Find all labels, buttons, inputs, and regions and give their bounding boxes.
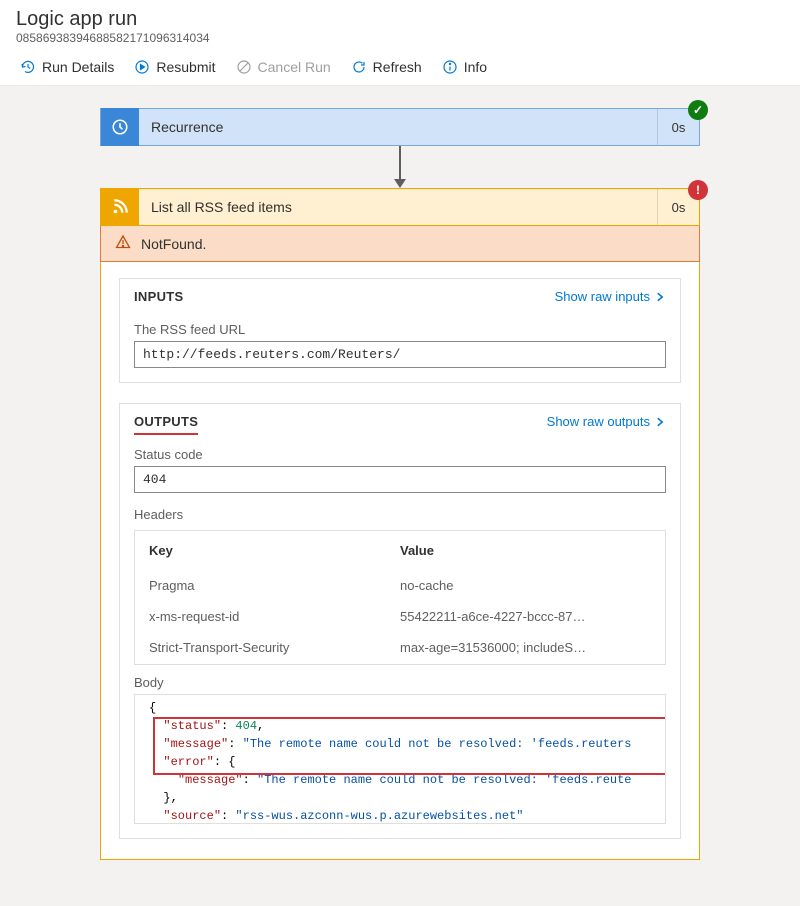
page-title: Logic app run <box>16 8 784 31</box>
chevron-right-icon <box>654 291 666 303</box>
run-details-label: Run Details <box>42 59 114 75</box>
table-row: x-ms-request-id 55422211-a6ce-4227-bccc-… <box>135 601 665 632</box>
outputs-label: OUTPUTS <box>134 414 198 429</box>
headers-label: Headers <box>134 507 666 522</box>
table-header-row: Key Value <box>135 531 665 570</box>
info-button[interactable]: Info <box>434 55 495 79</box>
refresh-label: Refresh <box>373 59 422 75</box>
play-circle-icon <box>134 59 150 75</box>
run-details-button[interactable]: Run Details <box>12 55 122 79</box>
inputs-label: INPUTS <box>134 289 183 304</box>
header-key-col: Key <box>149 543 400 558</box>
header-value-col: Value <box>400 543 651 558</box>
error-badge-icon: ! <box>688 180 708 200</box>
outputs-section: OUTPUTS Show raw outputs Status code Hea… <box>119 403 681 839</box>
run-id: 08586938394688582171096314034 <box>16 31 784 45</box>
history-icon <box>20 59 36 75</box>
table-row: Strict-Transport-Security max-age=315360… <box>135 632 665 663</box>
refresh-icon <box>351 59 367 75</box>
refresh-button[interactable]: Refresh <box>343 55 430 79</box>
info-icon <box>442 59 458 75</box>
clock-icon <box>101 108 139 146</box>
warning-icon <box>115 234 131 253</box>
feed-url-label: The RSS feed URL <box>134 322 666 337</box>
error-text: NotFound. <box>141 236 206 252</box>
connector-arrow <box>394 146 406 188</box>
table-row: Pragma no-cache <box>135 570 665 601</box>
error-banner: NotFound. <box>100 226 700 262</box>
body-label: Body <box>134 675 666 690</box>
rss-icon <box>101 188 139 226</box>
body-json-box[interactable]: { "status": 404, "message": "The remote … <box>134 694 666 824</box>
cancel-icon <box>236 59 252 75</box>
resubmit-label: Resubmit <box>156 59 215 75</box>
success-badge-icon: ✓ <box>688 100 708 120</box>
step-rss-title: List all RSS feed items <box>139 199 657 215</box>
cancel-run-label: Cancel Run <box>258 59 331 75</box>
show-raw-inputs-text: Show raw inputs <box>555 289 650 304</box>
feed-url-input[interactable] <box>134 341 666 368</box>
chevron-right-icon <box>654 416 666 428</box>
step-recurrence-title: Recurrence <box>139 119 657 135</box>
status-code-label: Status code <box>134 447 666 462</box>
step-recurrence[interactable]: ✓ Recurrence 0s <box>100 108 700 146</box>
show-raw-inputs-link[interactable]: Show raw inputs <box>555 289 666 304</box>
show-raw-outputs-link[interactable]: Show raw outputs <box>547 414 666 429</box>
toolbar: Run Details Resubmit Cancel Run Refresh … <box>0 49 800 86</box>
designer-canvas: ✓ Recurrence 0s ! List all RSS feed item… <box>0 86 800 906</box>
step-rss[interactable]: ! List all RSS feed items 0s NotFound. I <box>100 188 700 860</box>
show-raw-outputs-text: Show raw outputs <box>547 414 650 429</box>
info-label: Info <box>464 59 487 75</box>
headers-table[interactable]: Key Value Pragma no-cache x-ms-request-i… <box>134 530 666 665</box>
status-code-input[interactable] <box>134 466 666 493</box>
resubmit-button[interactable]: Resubmit <box>126 55 223 79</box>
cancel-run-button: Cancel Run <box>228 55 339 79</box>
inputs-section: INPUTS Show raw inputs The RSS feed URL <box>119 278 681 383</box>
